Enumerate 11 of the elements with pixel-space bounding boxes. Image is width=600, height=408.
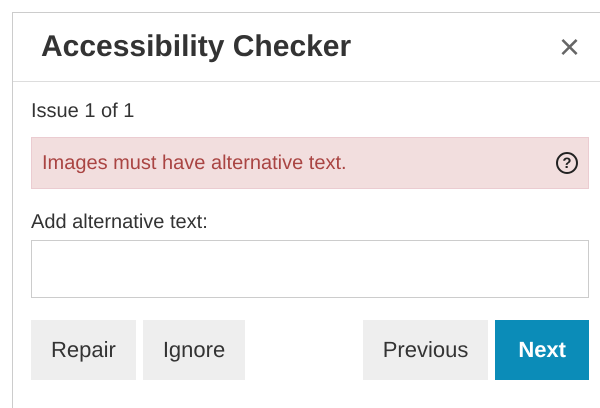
field-label: Add alternative text: [31, 211, 209, 234]
issue-counter: Issue 1 of 1 [31, 100, 136, 123]
action-button[interactable]: Ignore [142, 320, 246, 380]
next-button[interactable]: Next [495, 320, 589, 380]
help-button[interactable]: ? [556, 152, 578, 174]
dialog-title: Accessibility Checker [41, 30, 352, 64]
close-button[interactable]: × [558, 29, 580, 65]
action-button[interactable]: Repair [31, 320, 136, 380]
alt-text-field[interactable] [31, 240, 589, 298]
issue-message: Images must have alternative text. [42, 152, 347, 174]
action-button[interactable]: Previous [362, 320, 488, 380]
